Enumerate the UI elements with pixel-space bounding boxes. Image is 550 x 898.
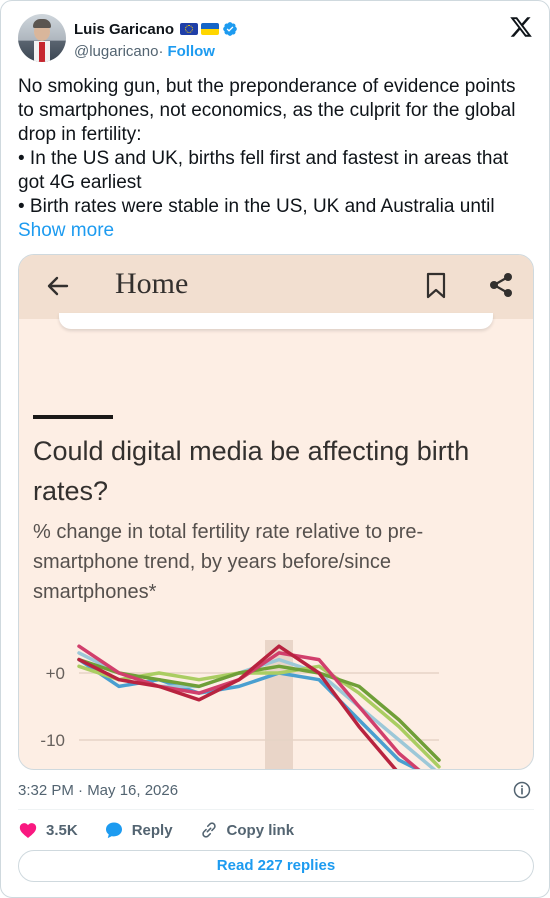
divider [18,809,534,810]
verified-badge-icon [223,22,237,36]
x-logo-icon[interactable] [509,15,533,39]
ukraine-flag-icon [201,23,220,35]
fertility-line-chart: +0 -10 [40,640,441,769]
tweet-card: Luis Garicano @lugaricano · Follow No sm… [0,0,550,898]
follow-button[interactable]: Follow [167,43,215,60]
reply-label: Reply [131,821,173,839]
y-tick-label: +0 [46,664,65,683]
tweet-image[interactable]: Home Could digital media be affecting bi… [18,254,534,770]
eu-flag-icon [180,23,199,35]
reply-bubble-icon [105,822,122,839]
like-count: 3.5K [46,821,78,839]
share-icon [490,273,512,297]
app-bar: Home [19,255,533,319]
headline-rule [33,415,113,419]
back-arrow-icon [47,276,69,296]
article-card-edge [59,313,493,329]
author-name[interactable]: Luis Garicano [74,21,174,38]
chart-headline: Could digital media be affecting birth r… [33,436,470,506]
action-bar: 3.5K Reply Copy link [18,819,320,841]
info-icon[interactable] [512,780,532,800]
reply-button[interactable]: Reply [104,820,173,840]
author-handle-row: @lugaricano · Follow [74,41,215,61]
bookmark-icon [426,272,446,299]
link-icon [201,822,216,838]
y-tick-label: -10 [40,731,65,750]
copy-link-label: Copy link [226,821,295,839]
app-bar-title: Home [115,267,189,300]
tweet-body: No smoking gun, but the preponderance of… [18,76,516,217]
author-handle[interactable]: @lugaricano [74,43,158,60]
avatar[interactable] [18,14,66,62]
timestamp[interactable]: 3:32 PM · May 16, 2026 [18,781,178,801]
like-button[interactable]: 3.5K [18,820,78,840]
separator: · [158,42,164,60]
read-replies-button[interactable]: Read 227 replies [18,850,534,882]
show-more-link[interactable]: Show more [18,220,114,241]
copy-link-button[interactable]: Copy link [199,820,295,840]
chart-subtitle: % change in total fertility rate relativ… [33,521,424,603]
heart-icon [19,823,37,838]
tweet-text: No smoking gun, but the preponderance of… [18,75,533,243]
author-name-row: Luis Garicano [74,19,238,39]
